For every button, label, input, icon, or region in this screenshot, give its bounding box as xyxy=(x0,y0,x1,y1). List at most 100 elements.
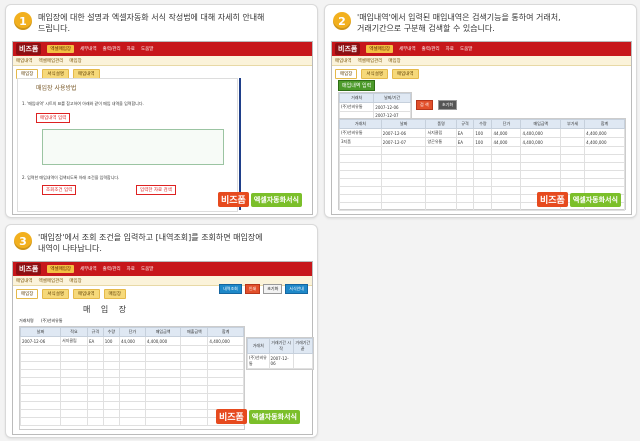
badge-logo: 비즈폼 xyxy=(218,192,249,207)
callout-box: 입력한 자료 검색 xyxy=(136,185,176,195)
cond-date-end[interactable] xyxy=(292,353,314,369)
guide-button[interactable]: 서식안내 xyxy=(285,284,308,294)
cell: 3지품 xyxy=(339,137,382,147)
cell: 2007-12-07 xyxy=(380,137,427,147)
cell: 4,400,000 xyxy=(144,336,182,346)
query-conditions: 거래처 거래기간 시작 거래기간 끝 (주)선비유통 2007-12-06 xyxy=(246,337,314,370)
column-header: 매입금액 xyxy=(520,119,562,129)
badge-label: 엑셀자동화서식 xyxy=(569,192,621,207)
search-button[interactable]: 검 색 xyxy=(416,100,433,110)
step-text-3: '매입장'에서 조회 조건을 입력하고 [내역조회]를 조회하면 매입장에 내역… xyxy=(38,233,263,253)
app-menubar: 비즈폼 엑셀매입장 세부내역 출력/관리 자료 도움말 xyxy=(13,42,312,56)
screenshot-2: 비즈폼 엑셀매입장 세부내역 출력/관리 자료 도움말 매입내역 엑셀매입관리 … xyxy=(331,41,632,215)
app-menubar: 비즈폼 엑셀매입장 세부내역 출력/관리 자료 도움말 xyxy=(13,262,312,276)
nav-item[interactable]: 자료 xyxy=(127,46,135,52)
cell: 100 xyxy=(473,128,493,138)
app-subbar: 매입내역 엑셀매입관리 매입장 xyxy=(13,56,312,66)
nav-item[interactable]: 자료 xyxy=(446,46,454,52)
side-stripe xyxy=(239,78,241,210)
nav-item[interactable]: 도움말 xyxy=(460,46,472,52)
action-buttons: 내역조회 인쇄 초기화 서식안내 xyxy=(219,284,308,294)
nav-item[interactable]: 세부내역 xyxy=(80,46,97,52)
tab-maeipjang-2[interactable]: 매입장 xyxy=(103,289,126,299)
subnav-item[interactable]: 엑셀매입관리 xyxy=(358,58,383,64)
guide-line-1: 1. '매입내역' 시트의 표를 참고하여 아래와 같이 매입 내역을 입력합니… xyxy=(22,101,144,106)
subnav-item[interactable]: 매입장 xyxy=(69,278,81,284)
nav-item[interactable]: 도움말 xyxy=(141,266,153,272)
nav-item[interactable]: 자료 xyxy=(127,266,135,272)
table-row[interactable]: 2007-12-06 서지클립 EA 100 44,000 4,400,000 … xyxy=(20,336,244,346)
column-header: 수량 xyxy=(102,327,120,337)
entry-label: 매입내역 입력 xyxy=(338,80,376,91)
column-header: 매입금액 xyxy=(144,327,182,337)
party-label: 거래처명 xyxy=(19,318,34,323)
column-header: 단가 xyxy=(118,327,146,337)
cell: 44,000 xyxy=(491,137,522,147)
subnav-item[interactable]: 매입내역 xyxy=(335,58,352,64)
cell: 4,400,000 xyxy=(584,137,625,147)
query-button[interactable]: 내역조회 xyxy=(219,284,242,294)
step-panel-2: 2 '매입내역'에서 입력된 매입내역은 검색기능을 통하여 거래처, 거래기간… xyxy=(324,4,637,218)
ledger-title: 매 입 장 xyxy=(83,305,131,314)
step-panel-1: 1 매입장에 대한 설명과 엑셀자동화 서식 작성법에 대해 자세히 안내해 드… xyxy=(5,4,318,218)
column-header: 규격 xyxy=(86,327,104,337)
subnav-item[interactable]: 엑셀매입관리 xyxy=(39,278,64,284)
subnav-item[interactable]: 매입장 xyxy=(388,58,400,64)
nav-item[interactable]: 엑셀매입장 xyxy=(47,265,75,273)
step-number-2: 2 xyxy=(333,12,351,30)
app-logo: 비즈폼 xyxy=(16,43,42,55)
tab-maeipnaeyeok[interactable]: 매입내역 xyxy=(391,69,419,79)
cell: 서지클립 xyxy=(425,128,457,138)
callout-box: 매입내역 입력 xyxy=(36,113,71,123)
cell: 2007-12-06 xyxy=(380,128,427,138)
reset-button[interactable]: 초기화 xyxy=(438,100,458,110)
tab-guide[interactable]: 서식설명 xyxy=(42,289,69,299)
cell: 4,400,000 xyxy=(584,128,625,138)
nav-item[interactable]: 도움말 xyxy=(141,46,153,52)
app-subbar: 매입내역 엑셀매입관리 매입장 xyxy=(332,56,631,66)
table-row[interactable]: (주)선비유통 2007-12-06 서지클립 EA 100 44,000 4,… xyxy=(339,128,625,138)
ledger-table: 날짜 적요 규격 수량 단가 매입금액 매출금액 합계 2007-12-06 서… xyxy=(19,326,245,430)
screenshot-1: 비즈폼 엑셀매입장 세부내역 출력/관리 자료 도움말 매입내역 엑셀매입관리 … xyxy=(12,41,313,215)
column-header: 수량 xyxy=(473,119,493,129)
print-button[interactable]: 인쇄 xyxy=(244,284,261,294)
guide-line-2: 2. 입력한 매입내역이 검색되도록 아래 조건을 입력합니다. xyxy=(22,175,120,180)
subnav-item[interactable]: 매입내역 xyxy=(16,278,33,284)
step-text-1: 매입장에 대한 설명과 엑셀자동화 서식 작성법에 대해 자세히 안내해 드립니… xyxy=(38,13,265,33)
nav-item[interactable]: 출력/관리 xyxy=(422,46,440,52)
subnav-item[interactable]: 매입내역 xyxy=(16,58,33,64)
column-header: 날짜 xyxy=(20,327,61,337)
reset-button[interactable]: 초기화 xyxy=(263,284,283,294)
cell: 44,000 xyxy=(491,128,522,138)
nav-item[interactable]: 엑셀매입장 xyxy=(47,45,75,53)
nav-item[interactable]: 세부내역 xyxy=(399,46,416,52)
filter-vendor-input[interactable]: (주)선비유통 xyxy=(338,102,375,112)
tab-guide[interactable]: 서식설명 xyxy=(361,69,388,79)
cell: 100 xyxy=(473,137,493,147)
subnav-item[interactable]: 매입장 xyxy=(69,58,81,64)
cell: 100 xyxy=(102,336,120,346)
filter-date-start[interactable]: 2007-12-06 xyxy=(373,102,411,112)
step-text-2: '매입내역'에서 입력된 매입내역은 검색기능을 통하여 거래처, 거래기간으로… xyxy=(357,13,561,33)
cond-header: 거래기간 끝 xyxy=(292,338,314,354)
step-header-3: 3 '매입장'에서 조회 조건을 입력하고 [내역조회]를 조회하면 매입장에 … xyxy=(14,232,263,254)
subnav-item[interactable]: 엑셀매입관리 xyxy=(39,58,64,64)
column-header: 날짜 xyxy=(380,119,427,129)
nav-item[interactable]: 출력/관리 xyxy=(103,266,121,272)
tab-maeipjang[interactable]: 매입장 xyxy=(335,69,358,79)
table-row[interactable]: 3지품 2007-12-07 양곤유통 EA 100 44,000 4,400,… xyxy=(339,137,625,147)
cell: 4,400,000 xyxy=(207,336,244,346)
cell: EA xyxy=(86,336,104,346)
nav-item[interactable]: 세부내역 xyxy=(80,266,97,272)
column-header: 합계 xyxy=(207,327,244,337)
filter-header: 거래처 xyxy=(338,93,375,103)
nav-item[interactable]: 엑셀매입장 xyxy=(366,45,394,53)
cond-date-start[interactable]: 2007-12-06 xyxy=(268,353,294,369)
column-header: 부가세 xyxy=(560,119,586,129)
tab-maeipjang[interactable]: 매입장 xyxy=(16,289,39,299)
cell: 서지클립 xyxy=(59,336,88,346)
party-value: (주)선비유통 xyxy=(41,318,63,323)
cond-vendor[interactable]: (주)선비유통 xyxy=(247,353,270,369)
tab-maeipnaeyeok[interactable]: 매입내역 xyxy=(72,289,100,299)
nav-item[interactable]: 출력/관리 xyxy=(103,46,121,52)
